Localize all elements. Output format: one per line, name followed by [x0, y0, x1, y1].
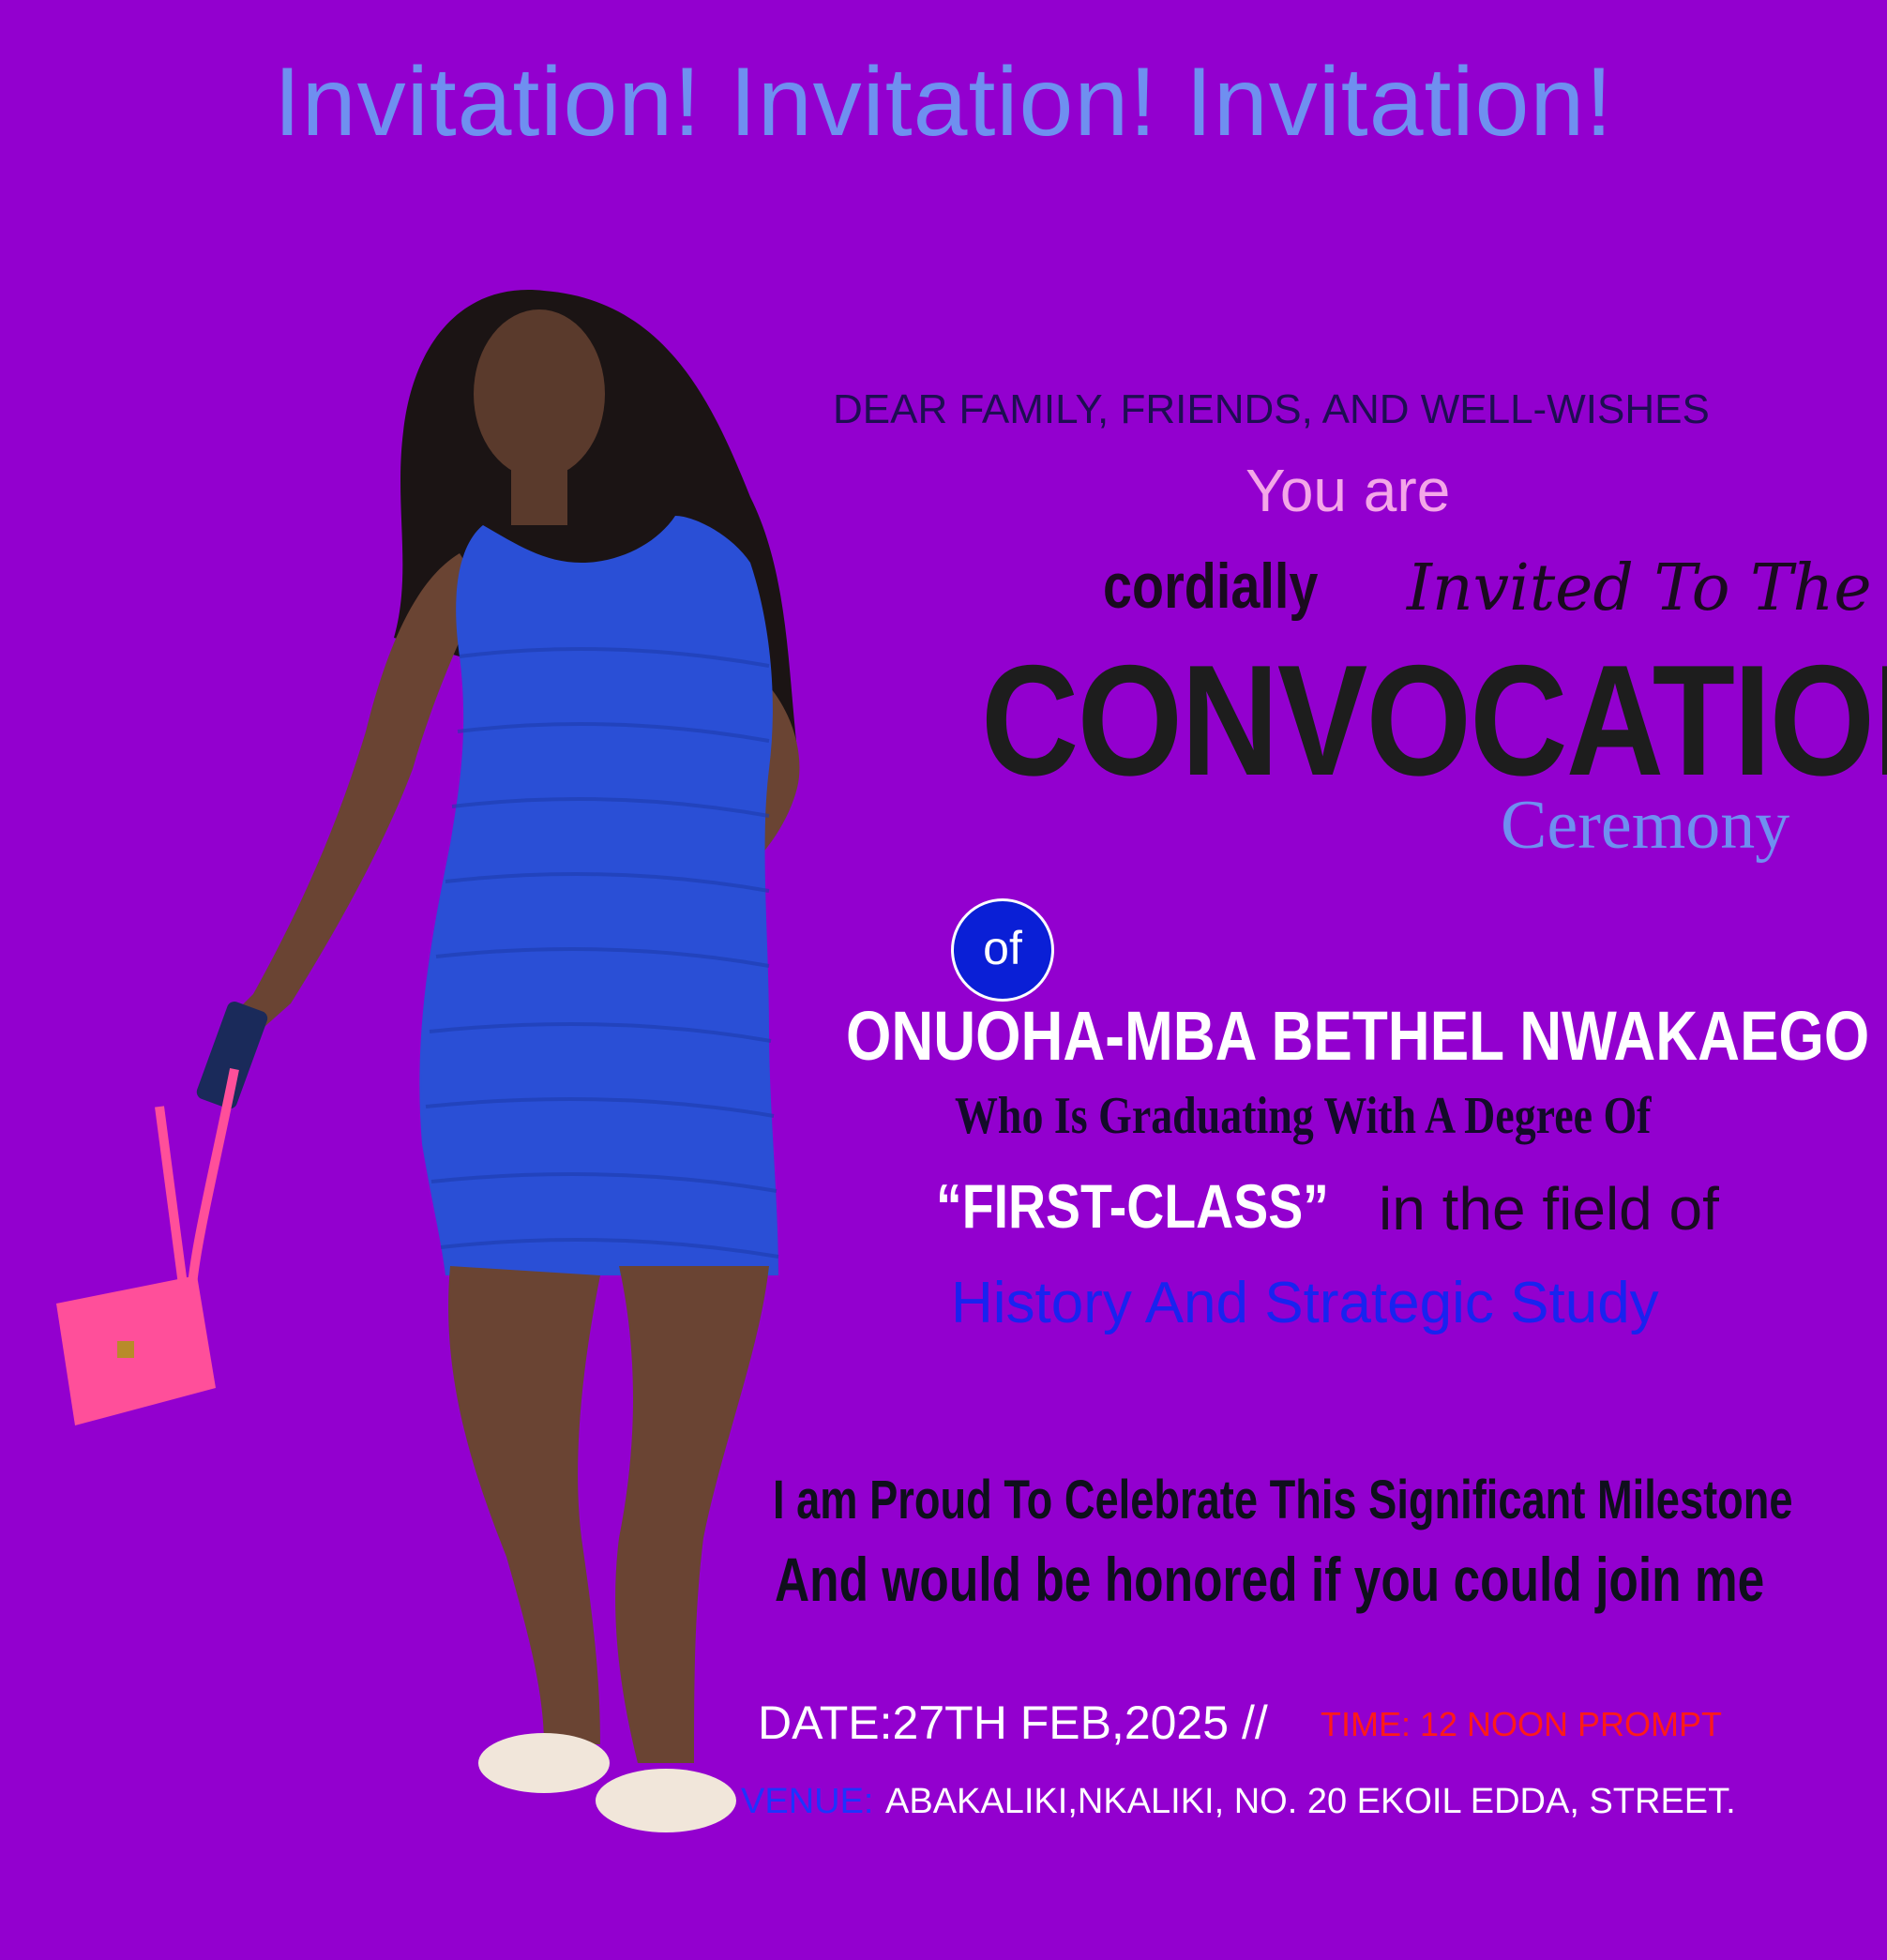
graduating-line: Who Is Graduating With A Degree Of — [955, 1087, 1652, 1145]
field-intro: in the field of — [1379, 1175, 1719, 1243]
field-of-study: History And Strategic Study — [951, 1271, 1659, 1335]
venue-label: VENUE: — [741, 1782, 874, 1821]
graduate-name: ONUOHA-MBA BETHEL NWAKAEGO — [846, 997, 1870, 1075]
event-date: DATE:27TH FEB,2025 // — [758, 1696, 1268, 1749]
venue-address: ABAKALIKI,NKALIKI, NO. 20 EKOIL EDDA, ST… — [885, 1782, 1736, 1821]
invitation-header: Invitation! Invitation! Invitation! — [273, 48, 1614, 157]
degree-class: “FIRST-CLASS” — [936, 1171, 1329, 1241]
event-subtitle: Ceremony — [1501, 787, 1790, 864]
event-time: TIME: 12 NOON PROMPT — [1321, 1705, 1723, 1743]
join-line: And would be honored if you could join m… — [775, 1545, 1765, 1614]
cordially-text: cordially — [1103, 550, 1319, 622]
salutation: DEAR FAMILY, FRIENDS, AND WELL-WISHES — [833, 386, 1710, 432]
graduate-photo — [56, 290, 800, 1832]
event-title: CONVOCATION — [981, 632, 1887, 808]
of-badge: of — [951, 898, 1054, 1002]
you-are-text: You are — [1245, 457, 1451, 524]
invited-to-the-text: Invited To The — [1407, 551, 1872, 626]
celebrate-line: I am Proud To Celebrate This Significant… — [773, 1470, 1793, 1530]
